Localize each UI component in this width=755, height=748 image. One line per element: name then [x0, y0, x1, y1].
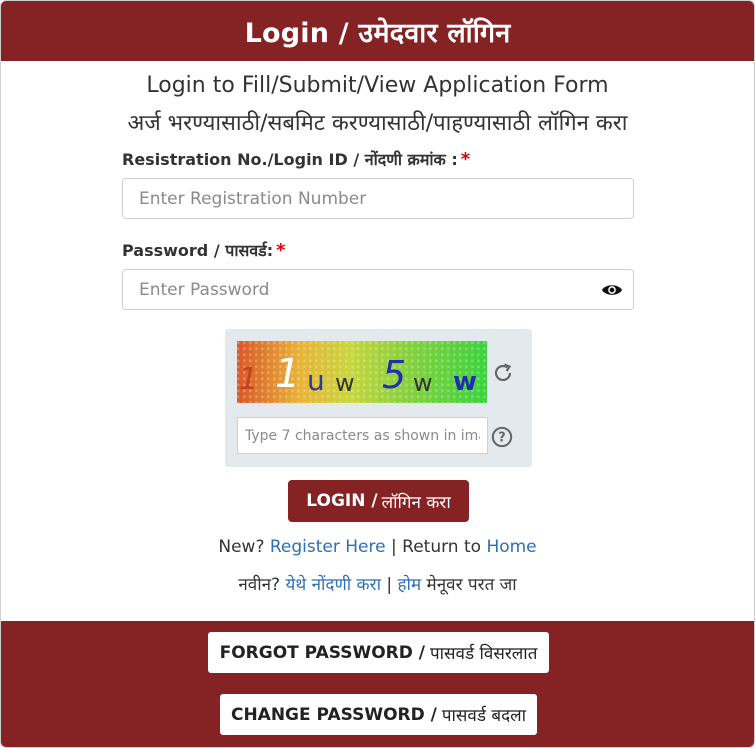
- eye-icon[interactable]: [601, 281, 623, 299]
- home-link-mr[interactable]: होम: [398, 575, 422, 595]
- change-password-button[interactable]: CHANGE PASSWORD / पासवर्ड बदला: [220, 694, 537, 735]
- password-label-text: Password / पासवर्ड:: [122, 241, 274, 260]
- links-marathi: नवीन? येथे नोंदणी करा | होम मेनूवर परत ज…: [1, 572, 754, 595]
- required-mark: *: [460, 149, 471, 170]
- change-password-mr: पासवर्ड बदला: [441, 706, 527, 726]
- captcha-char: 5: [382, 353, 407, 397]
- required-mark: *: [276, 240, 286, 261]
- links-english: New? Register Here | Return to Home: [1, 537, 754, 557]
- login-button-mr: लॉगिन करा: [381, 492, 451, 513]
- subtitle-marathi: अर्ज भरण्यासाठी/सबमिट करण्यासाठी/पाहण्या…: [127, 111, 628, 136]
- page-title: Login / उमेदवार लॉगिन: [244, 17, 511, 49]
- forgot-password-en: FORGOT PASSWORD /: [219, 642, 425, 663]
- captcha-panel: 1 1 u w 5 w w ?: [225, 329, 532, 467]
- forgot-password-mr: पासवर्ड विसरलात: [429, 644, 538, 664]
- captcha-input[interactable]: [237, 417, 488, 454]
- password-label: Password / पासवर्ड: *: [122, 239, 286, 261]
- register-link[interactable]: Register Here: [270, 537, 386, 557]
- captcha-char: 1: [239, 362, 259, 397]
- new-text-mr: नवीन?: [238, 575, 281, 595]
- home-link[interactable]: Home: [486, 537, 536, 557]
- page-header: Login / उमेदवार लॉगिन: [1, 1, 754, 61]
- subtitle-english: Login to Fill/Submit/View Application Fo…: [146, 73, 609, 98]
- login-card: Login / उमेदवार लॉगिन Login to Fill/Subm…: [0, 0, 755, 748]
- separator: |: [391, 537, 397, 557]
- register-link-mr[interactable]: येथे नोंदणी करा: [285, 575, 381, 595]
- registration-label: Resistration No./Login ID / नोंदणी क्रमा…: [122, 148, 470, 170]
- captcha-char: w: [335, 369, 355, 397]
- captcha-char: w: [413, 369, 433, 397]
- forgot-password-button[interactable]: FORGOT PASSWORD / पासवर्ड विसरलात: [208, 632, 549, 673]
- return-text-mr: मेनूवर परत जा: [426, 575, 517, 595]
- captcha-image: 1 1 u w 5 w w: [237, 341, 487, 403]
- captcha-char: w: [453, 367, 478, 397]
- question-circle-icon[interactable]: ?: [491, 426, 513, 448]
- footer-actions: FORGOT PASSWORD / पासवर्ड विसरलात CHANGE …: [1, 621, 754, 747]
- refresh-icon[interactable]: [491, 361, 515, 385]
- login-button-en: LOGIN /: [306, 491, 378, 511]
- svg-text:?: ?: [498, 431, 505, 446]
- password-input[interactable]: [122, 269, 634, 310]
- separator: |: [386, 575, 393, 595]
- captcha-char: 1: [275, 351, 301, 397]
- change-password-en: CHANGE PASSWORD /: [230, 704, 437, 725]
- new-text: New?: [218, 537, 265, 557]
- registration-label-text: Resistration No./Login ID / नोंदणी क्रमा…: [122, 150, 458, 169]
- login-form: Login to Fill/Submit/View Application Fo…: [1, 61, 754, 621]
- captcha-char: u: [307, 364, 325, 397]
- login-button[interactable]: LOGIN / लॉगिन करा: [288, 480, 469, 522]
- return-text: Return to: [402, 537, 482, 557]
- registration-input[interactable]: [122, 178, 634, 219]
